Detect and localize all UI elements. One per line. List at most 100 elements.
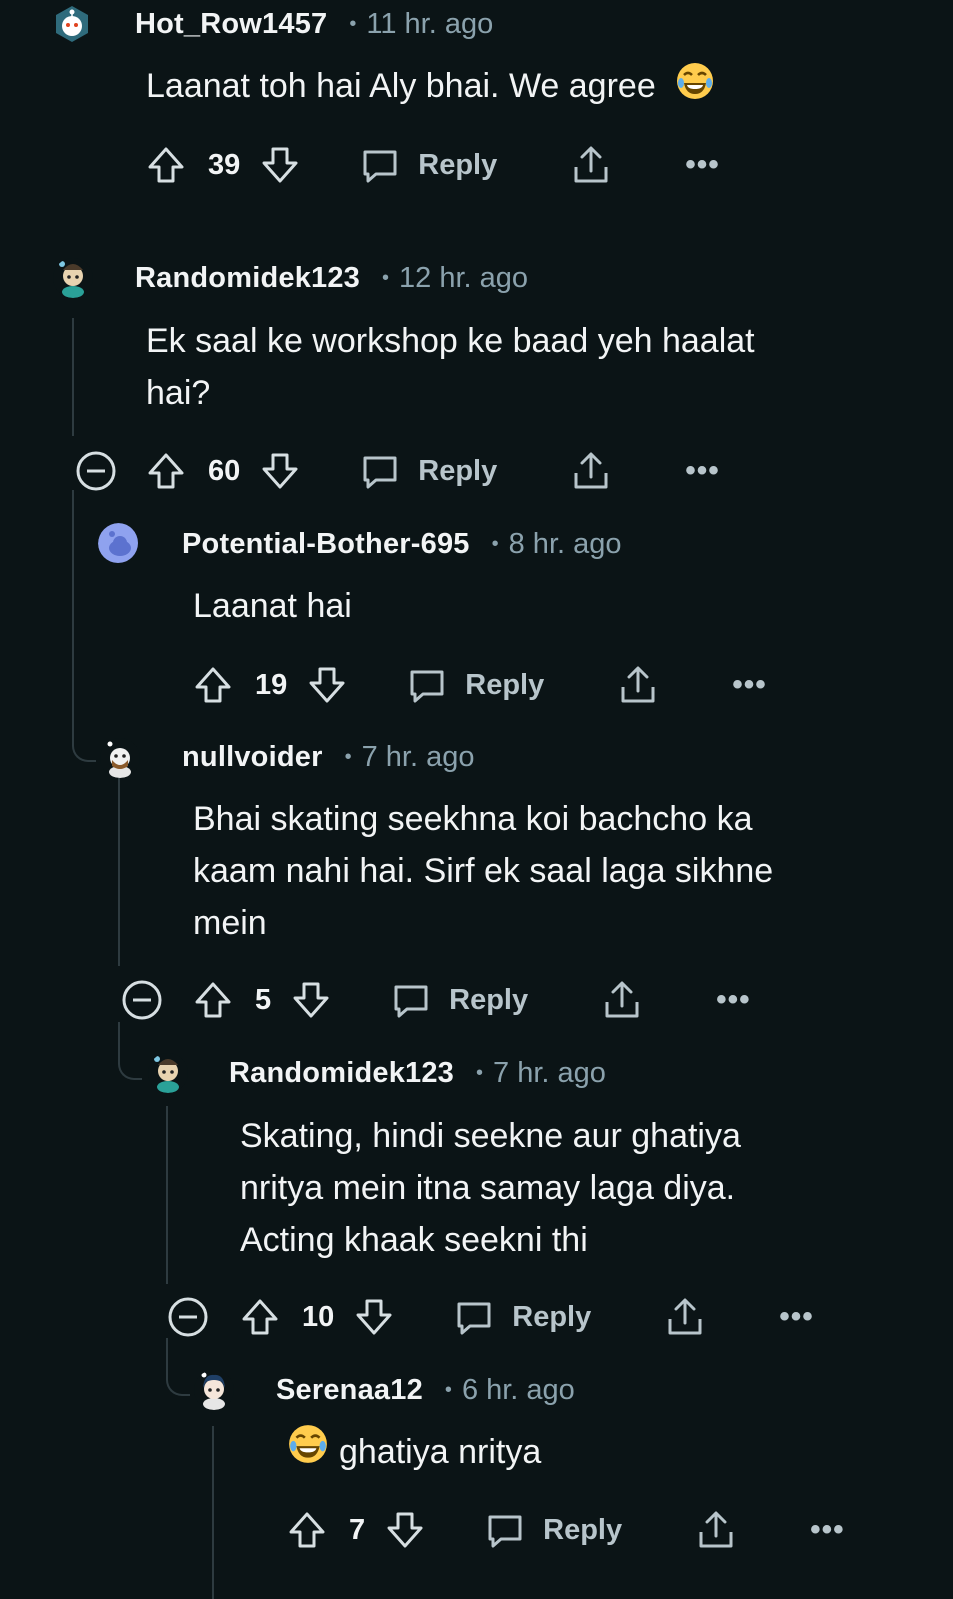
reply-label: Reply xyxy=(418,454,498,487)
thread-line xyxy=(166,1106,168,1284)
reply-label: Reply xyxy=(465,668,545,701)
more-options-icon[interactable]: ••• xyxy=(779,1300,814,1334)
comment-actions: 19 Reply ••• xyxy=(193,655,767,715)
meta-separator: • xyxy=(382,266,390,289)
reply-icon xyxy=(360,451,400,491)
timestamp: 12 hr. ago xyxy=(399,261,529,294)
comment-body: Laanat toh hai Aly bhai. We agree xyxy=(146,60,715,116)
thread-elbow xyxy=(72,490,96,762)
comment-body: Laanat hai xyxy=(193,580,352,632)
comment-line: Laanat hai xyxy=(193,587,352,625)
downvote-icon[interactable] xyxy=(354,1297,394,1337)
vote-count: 5 xyxy=(255,983,272,1016)
user-avatar[interactable] xyxy=(194,1370,234,1410)
reply-button[interactable]: Reply xyxy=(485,1510,622,1550)
thread-line xyxy=(72,318,74,436)
share-icon[interactable] xyxy=(696,1510,736,1550)
comment-actions: 60 Reply ••• xyxy=(146,441,720,501)
username[interactable]: Potential-Bother-695 xyxy=(182,528,470,561)
user-avatar[interactable] xyxy=(53,258,93,298)
default-avatar-icon xyxy=(98,523,138,563)
username[interactable]: Serenaa12 xyxy=(276,1374,423,1407)
upvote-icon[interactable] xyxy=(193,665,233,705)
collapse-thread-icon[interactable] xyxy=(75,450,117,492)
reply-icon xyxy=(454,1297,494,1337)
share-icon[interactable] xyxy=(602,980,642,1020)
comment-line: mein xyxy=(193,904,267,942)
more-options-icon[interactable]: ••• xyxy=(732,668,767,702)
comment-line: Ek saal ke workshop ke baad yeh haalat xyxy=(146,322,755,360)
comment-body: Ek saal ke workshop ke baad yeh haalat h… xyxy=(146,315,755,419)
timestamp: 7 hr. ago xyxy=(493,1056,606,1089)
timestamp: 7 hr. ago xyxy=(361,740,475,773)
more-options-icon[interactable]: ••• xyxy=(716,983,751,1017)
share-icon[interactable] xyxy=(618,665,658,705)
vote-count: 39 xyxy=(208,148,241,181)
downvote-icon[interactable] xyxy=(291,980,331,1020)
timestamp: 11 hr. ago xyxy=(366,7,494,40)
username[interactable]: nullvoider xyxy=(182,741,323,774)
comment-line: ghatiya nritya xyxy=(339,1433,542,1471)
share-icon[interactable] xyxy=(571,451,611,491)
comment-line: kaam nahi hai. Sirf ek saal laga sikhne xyxy=(193,852,774,890)
comment-body: Bhai skating seekhna koi bachcho ka kaam… xyxy=(193,793,773,949)
upvote-icon[interactable] xyxy=(193,980,233,1020)
reply-icon xyxy=(360,145,400,185)
timestamp: 6 hr. ago xyxy=(461,1373,575,1406)
comment-line: Laanat toh hai Aly bhai. We agree xyxy=(146,67,656,105)
reply-button[interactable]: Reply xyxy=(407,665,544,705)
vote-count: 60 xyxy=(208,454,241,487)
thread-line xyxy=(118,766,120,966)
downvote-icon[interactable] xyxy=(260,451,300,491)
upvote-icon[interactable] xyxy=(146,145,186,185)
user-avatar[interactable] xyxy=(100,738,140,778)
upvote-icon[interactable] xyxy=(240,1297,280,1337)
username[interactable]: Randomidek123 xyxy=(135,262,360,295)
reply-button[interactable]: Reply xyxy=(454,1297,591,1337)
comment-line: nritya mein itna samay laga diya. xyxy=(240,1169,736,1207)
share-icon[interactable] xyxy=(665,1297,705,1337)
meta-separator: • xyxy=(444,1378,452,1401)
username[interactable]: Randomidek123 xyxy=(229,1057,454,1090)
more-options-icon[interactable]: ••• xyxy=(685,148,720,182)
reply-button[interactable]: Reply xyxy=(360,145,497,185)
vote-count: 7 xyxy=(349,1513,366,1546)
upvote-icon[interactable] xyxy=(146,451,186,491)
collapse-thread-icon[interactable] xyxy=(121,979,163,1021)
thread-elbow xyxy=(118,1022,142,1080)
more-options-icon[interactable]: ••• xyxy=(685,454,720,488)
share-icon[interactable] xyxy=(571,145,611,185)
reply-label: Reply xyxy=(449,983,529,1016)
reply-icon xyxy=(407,665,447,705)
snoo-avatar-icon xyxy=(56,6,88,42)
user-avatar[interactable] xyxy=(148,1053,188,1093)
thread-elbow xyxy=(166,1338,190,1396)
user-avatar[interactable] xyxy=(52,4,92,44)
vote-count: 10 xyxy=(302,1300,335,1333)
upvote-icon[interactable] xyxy=(287,1510,327,1550)
comment-line: Skating, hindi seekne aur ghatiya xyxy=(240,1117,741,1155)
reply-label: Reply xyxy=(418,148,498,181)
comment-actions: 7 Reply ••• xyxy=(287,1500,845,1560)
reply-button[interactable]: Reply xyxy=(360,451,497,491)
comment-body: ghatiya nritya xyxy=(287,1423,542,1480)
reply-button[interactable]: Reply xyxy=(391,980,528,1020)
thread-line xyxy=(212,1426,214,1599)
emoji-laughing-icon xyxy=(287,1423,329,1480)
downvote-icon[interactable] xyxy=(260,145,300,185)
comment-actions: 5 Reply ••• xyxy=(193,970,751,1030)
comment-line: Acting khaak seekni thi xyxy=(240,1221,588,1259)
meta-separator: • xyxy=(349,12,357,35)
downvote-icon[interactable] xyxy=(307,665,347,705)
snoo-avatar-icon xyxy=(100,738,140,778)
meta-separator: • xyxy=(476,1061,484,1084)
snoo-avatar-icon xyxy=(53,258,93,298)
snoo-avatar-icon xyxy=(148,1053,188,1093)
user-avatar[interactable] xyxy=(98,523,138,563)
emoji-laughing-icon xyxy=(675,61,715,116)
username[interactable]: Hot_Row1457 xyxy=(135,8,327,41)
vote-count: 19 xyxy=(255,668,288,701)
downvote-icon[interactable] xyxy=(385,1510,425,1550)
more-options-icon[interactable]: ••• xyxy=(810,1513,845,1547)
collapse-thread-icon[interactable] xyxy=(167,1296,209,1338)
